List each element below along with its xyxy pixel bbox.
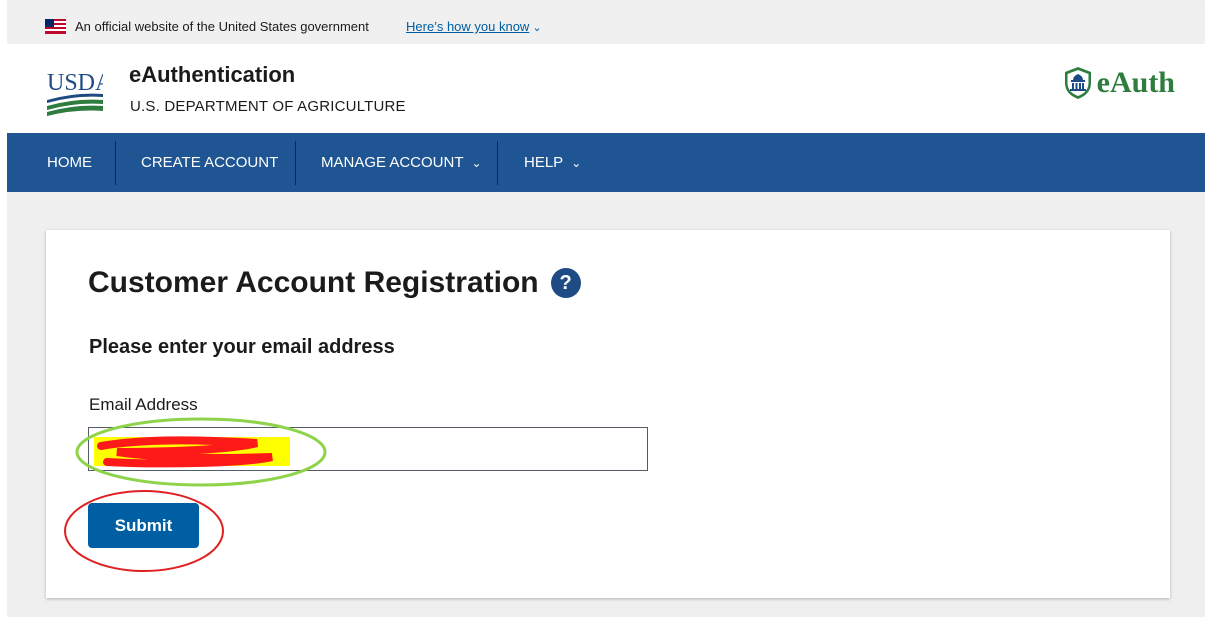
us-flag-icon	[45, 19, 66, 34]
eauth-logo[interactable]: eAuth	[1063, 66, 1175, 100]
title-row: Customer Account Registration ?	[88, 266, 581, 300]
nav-help[interactable]: HELP ⌄	[524, 133, 581, 192]
nav-home[interactable]: HOME	[47, 133, 92, 192]
usda-logo[interactable]: USDA	[47, 64, 103, 116]
nav-manage-account[interactable]: MANAGE ACCOUNT ⌄	[321, 133, 482, 192]
eauth-logo-text: eAuth	[1096, 66, 1175, 99]
nav-home-label: HOME	[47, 154, 92, 171]
heres-how-you-know-label: Here’s how you know	[406, 19, 530, 34]
help-icon[interactable]: ?	[550, 268, 581, 298]
nav-divider	[115, 141, 116, 185]
department-name: U.S. DEPARTMENT OF AGRICULTURE	[130, 98, 406, 115]
capitol-shield-icon	[1064, 67, 1091, 99]
nav-create-account[interactable]: CREATE ACCOUNT	[141, 133, 278, 192]
gov-banner-text: An official website of the United States…	[75, 19, 369, 34]
submit-button[interactable]: Submit	[88, 503, 199, 548]
page-title: Customer Account Registration	[88, 266, 539, 299]
registration-card: Customer Account Registration ? Please e…	[46, 230, 1170, 598]
chevron-down-icon: ⌄	[571, 155, 582, 170]
site-header: USDA eAuthentication U.S. DEPARTMENT OF …	[7, 44, 1205, 133]
chevron-down-icon: ⌄	[532, 22, 542, 34]
app-title: eAuthentication	[129, 62, 296, 87]
nav-help-label: HELP	[524, 154, 564, 171]
email-subheading: Please enter your email address	[89, 336, 395, 358]
email-label: Email Address	[89, 395, 198, 414]
nav-divider	[295, 141, 296, 185]
chevron-down-icon: ⌄	[471, 155, 482, 170]
nav-divider	[497, 141, 498, 185]
nav-manage-account-label: MANAGE ACCOUNT	[321, 154, 464, 171]
usda-logo-text: USDA	[47, 70, 103, 96]
main-nav: HOME CREATE ACCOUNT MANAGE ACCOUNT ⌄ HELP…	[7, 133, 1205, 192]
gov-banner: An official website of the United States…	[7, 10, 1205, 44]
nav-create-account-label: CREATE ACCOUNT	[141, 154, 279, 171]
email-field[interactable]	[88, 427, 648, 471]
heres-how-you-know-link[interactable]: Here’s how you know ⌄	[406, 19, 542, 34]
page: An official website of the United States…	[7, 0, 1205, 617]
